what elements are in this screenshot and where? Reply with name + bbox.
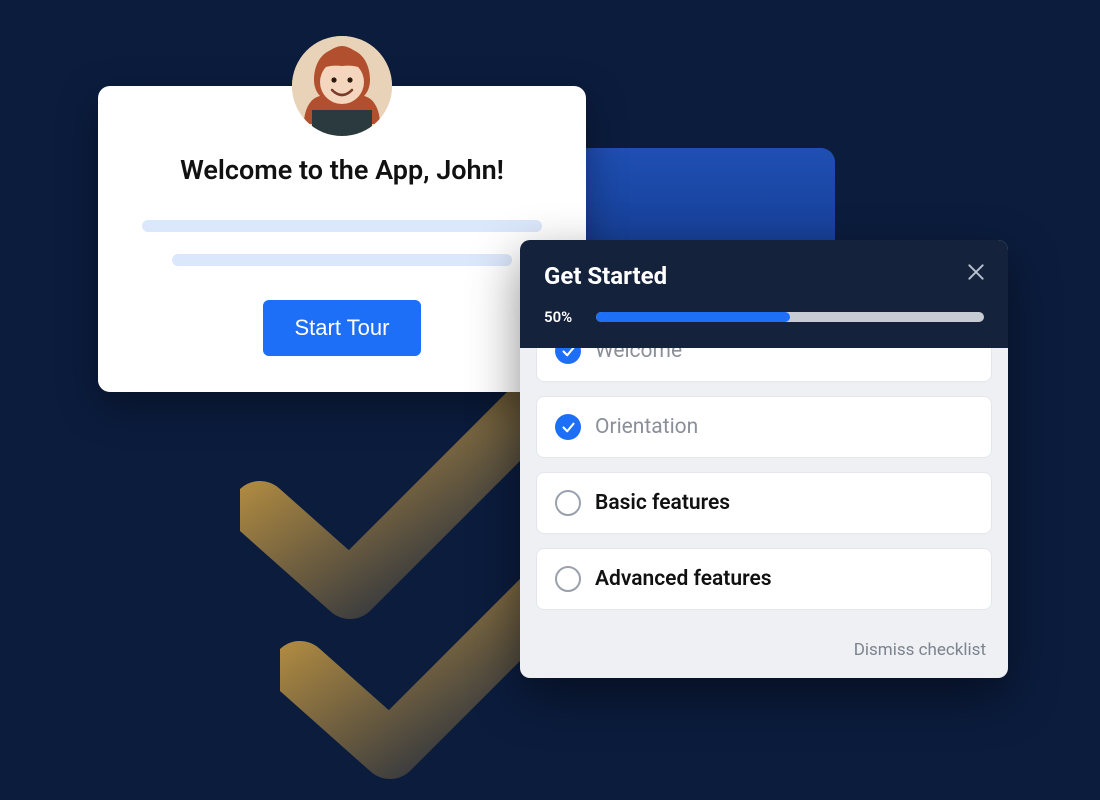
decorative-check-icon: [240, 370, 560, 630]
welcome-title: Welcome to the App, John!: [138, 154, 546, 186]
check-done-icon: [555, 414, 581, 440]
checklist-panel: Get Started 50% Welcome Orientation: [520, 240, 1008, 678]
progress-fill: [596, 312, 790, 322]
checklist-title: Get Started: [544, 262, 984, 290]
start-tour-button[interactable]: Start Tour: [263, 300, 422, 356]
checklist-item-orientation[interactable]: Orientation: [536, 396, 992, 458]
check-todo-icon: [555, 490, 581, 516]
checklist-item-label: Basic features: [595, 491, 730, 515]
checklist-item-label: Orientation: [595, 415, 698, 439]
close-icon[interactable]: [962, 258, 990, 286]
check-todo-icon: [555, 566, 581, 592]
welcome-card: Welcome to the App, John! Start Tour: [98, 86, 586, 392]
avatar: [292, 36, 392, 136]
placeholder-line: [142, 220, 542, 232]
progress-row: 50%: [544, 308, 984, 326]
checklist-item-basic-features[interactable]: Basic features: [536, 472, 992, 534]
placeholder-line: [172, 254, 512, 266]
checklist-body: Welcome Orientation Basic features Advan…: [520, 320, 1008, 624]
checklist-header: Get Started 50%: [520, 240, 1008, 348]
progress-track: [596, 312, 984, 322]
checklist-item-advanced-features[interactable]: Advanced features: [536, 548, 992, 610]
progress-percent: 50%: [544, 308, 582, 326]
checklist-item-label: Advanced features: [595, 567, 772, 591]
dismiss-checklist-link[interactable]: Dismiss checklist: [520, 624, 1008, 678]
